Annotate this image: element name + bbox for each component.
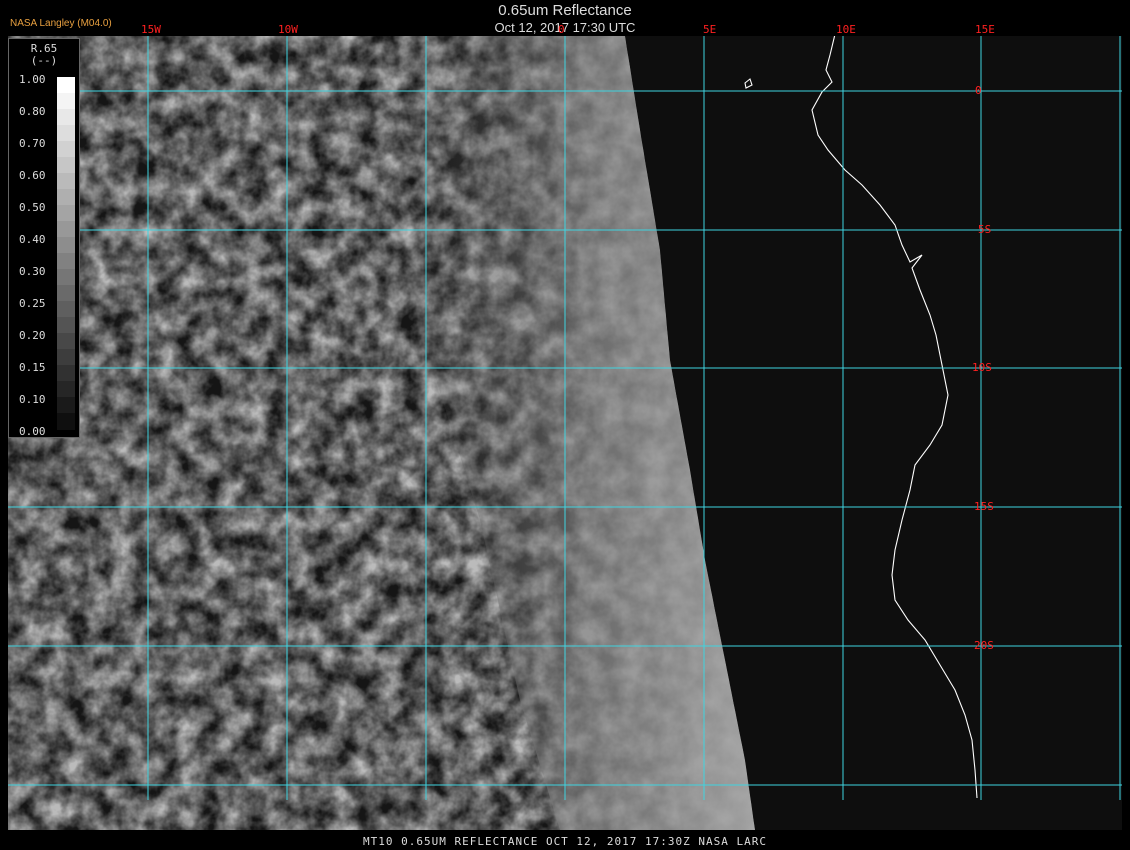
footer-caption: MT10 0.65UM REFLECTANCE OCT 12, 2017 17:…	[0, 834, 1130, 850]
legend-color-swatch	[57, 397, 75, 414]
lat-label-5s: 5S	[978, 223, 992, 236]
legend-tick-label: 0.20	[19, 329, 46, 342]
reflectance-legend: R.65 (--) 1.00 0.80 0.70 0.60 0.50 0.40 0.30 0.…	[8, 38, 80, 438]
legend-tick-label: 0.70	[19, 137, 46, 150]
legend-tick-label: 1.00	[19, 73, 46, 86]
legend-units: (--)	[30, 54, 58, 67]
legend-tick-label: 0.40	[19, 233, 46, 246]
legend-tick-label: 0.60	[19, 169, 46, 182]
legend-color-swatch	[57, 301, 75, 318]
legend-color-swatch	[57, 285, 75, 302]
legend-color-swatch	[57, 205, 75, 222]
legend-header: R.65 (--)	[9, 43, 79, 67]
lon-label-10e: 10E	[836, 23, 856, 36]
credit-label: NASA Langley (M04.0)	[10, 18, 112, 29]
legend-color-swatch	[57, 365, 75, 382]
lon-label-15w: 15W	[141, 23, 161, 36]
legend-tick-label: 0.80	[19, 105, 46, 118]
legend-tick-label: 0.15	[19, 361, 46, 374]
legend-color-swatch	[57, 77, 75, 94]
legend-color-swatch	[57, 93, 75, 110]
legend-tick-label: 0.25	[19, 297, 46, 310]
legend-color-swatch	[57, 269, 75, 286]
lat-label-0: 0	[975, 84, 982, 97]
legend-color-swatch	[57, 157, 75, 174]
legend-color-swatch	[57, 221, 75, 238]
image-title: 0.65um Reflectance	[498, 2, 632, 19]
lat-label-15s: 15S	[974, 500, 994, 513]
legend-color-swatch	[57, 189, 75, 206]
legend-tick-label: 0.00	[19, 425, 46, 438]
image-timestamp: Oct 12, 2017 17:30 UTC	[494, 20, 636, 35]
lon-label-5e: 5E	[703, 23, 717, 36]
legend-color-swatch	[57, 317, 75, 334]
satellite-map	[0, 0, 1130, 850]
legend-color-swatch	[57, 381, 75, 398]
legend-color-swatch	[57, 125, 75, 142]
lon-label-0: 0	[558, 23, 565, 36]
legend-tick-label: 0.30	[19, 265, 46, 278]
legend-color-swatch	[57, 237, 75, 254]
legend-color-swatch	[57, 109, 75, 126]
lat-label-10s: 10S	[972, 361, 992, 374]
legend-color-swatch	[57, 253, 75, 270]
lon-label-15e: 15E	[975, 23, 995, 36]
legend-tick-label: 0.10	[19, 393, 46, 406]
legend-color-swatch	[57, 141, 75, 158]
lat-label-20s: 20S	[974, 639, 994, 652]
legend-color-swatch	[57, 349, 75, 366]
legend-color-swatch	[57, 173, 75, 190]
legend-color-swatch	[57, 333, 75, 350]
legend-tick-label: 0.50	[19, 201, 46, 214]
lon-label-10w: 10W	[278, 23, 298, 36]
legend-color-swatch	[57, 413, 75, 430]
